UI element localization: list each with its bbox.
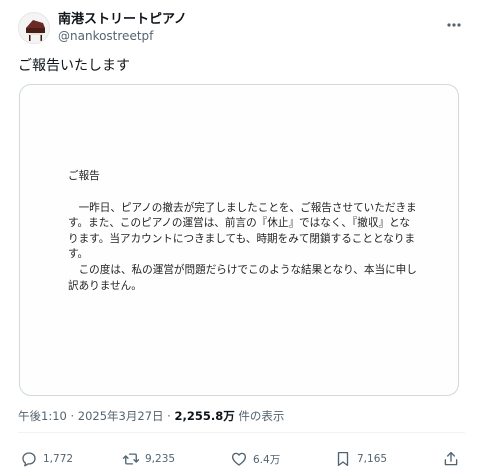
reply-icon (22, 452, 36, 467)
document-paragraph-2: この度は、私の運営が問題だらけでこのような結果となり、本当に申し訳ありません。 (68, 263, 417, 292)
reply-button[interactable]: 1,772 (20, 448, 73, 470)
bookmark-count: 7,165 (357, 453, 388, 465)
timestamp[interactable]: 午後1:10 · 2025年3月27日 · (18, 409, 174, 423)
more-button[interactable] (443, 14, 465, 36)
post: 南港ストリートピアノ @nankostreetpf ご報告いたします ご報告 一… (0, 0, 483, 476)
share-button[interactable] (442, 448, 460, 470)
document-heading: ご報告 (68, 170, 100, 182)
action-bar: 1,772 9,235 6.4万 7,165 (18, 448, 465, 470)
document-paragraph-1: 一昨日、ピアノの撤去が完了しましたことを、ご報告させていただきます。また、このピ… (68, 201, 417, 261)
more-horizontal-icon (447, 23, 461, 27)
heart-icon (231, 452, 247, 466)
repost-button[interactable]: 9,235 (122, 448, 175, 470)
user-handle[interactable]: @nankostreetpf (58, 28, 187, 44)
repost-icon (122, 453, 140, 465)
like-button[interactable]: 6.4万 (230, 448, 280, 470)
post-meta: 午後1:10 · 2025年3月27日 · 2,255.8万 件の表示 (18, 408, 284, 424)
views-count: 2,255.8万 (174, 409, 235, 423)
share-icon (444, 451, 458, 466)
piano-avatar-icon (19, 13, 49, 43)
bookmark-icon (337, 451, 349, 467)
avatar[interactable] (18, 12, 50, 44)
bookmark-button[interactable]: 7,165 (334, 448, 387, 470)
document-text: ご報告 一昨日、ピアノの撤去が完了しましたことを、ご報告させていただきます。また… (68, 169, 418, 294)
like-count: 6.4万 (253, 453, 281, 466)
repost-count: 9,235 (145, 453, 176, 465)
reply-count: 1,772 (43, 453, 74, 465)
display-name[interactable]: 南港ストリートピアノ (58, 11, 187, 28)
tweet-text: ご報告いたします (18, 58, 130, 74)
views-label: 件の表示 (234, 409, 285, 423)
divider (18, 432, 465, 433)
attached-image[interactable]: ご報告 一昨日、ピアノの撤去が完了しましたことを、ご報告させていただきます。また… (19, 84, 459, 396)
author-block: 南港ストリートピアノ @nankostreetpf (58, 11, 187, 44)
